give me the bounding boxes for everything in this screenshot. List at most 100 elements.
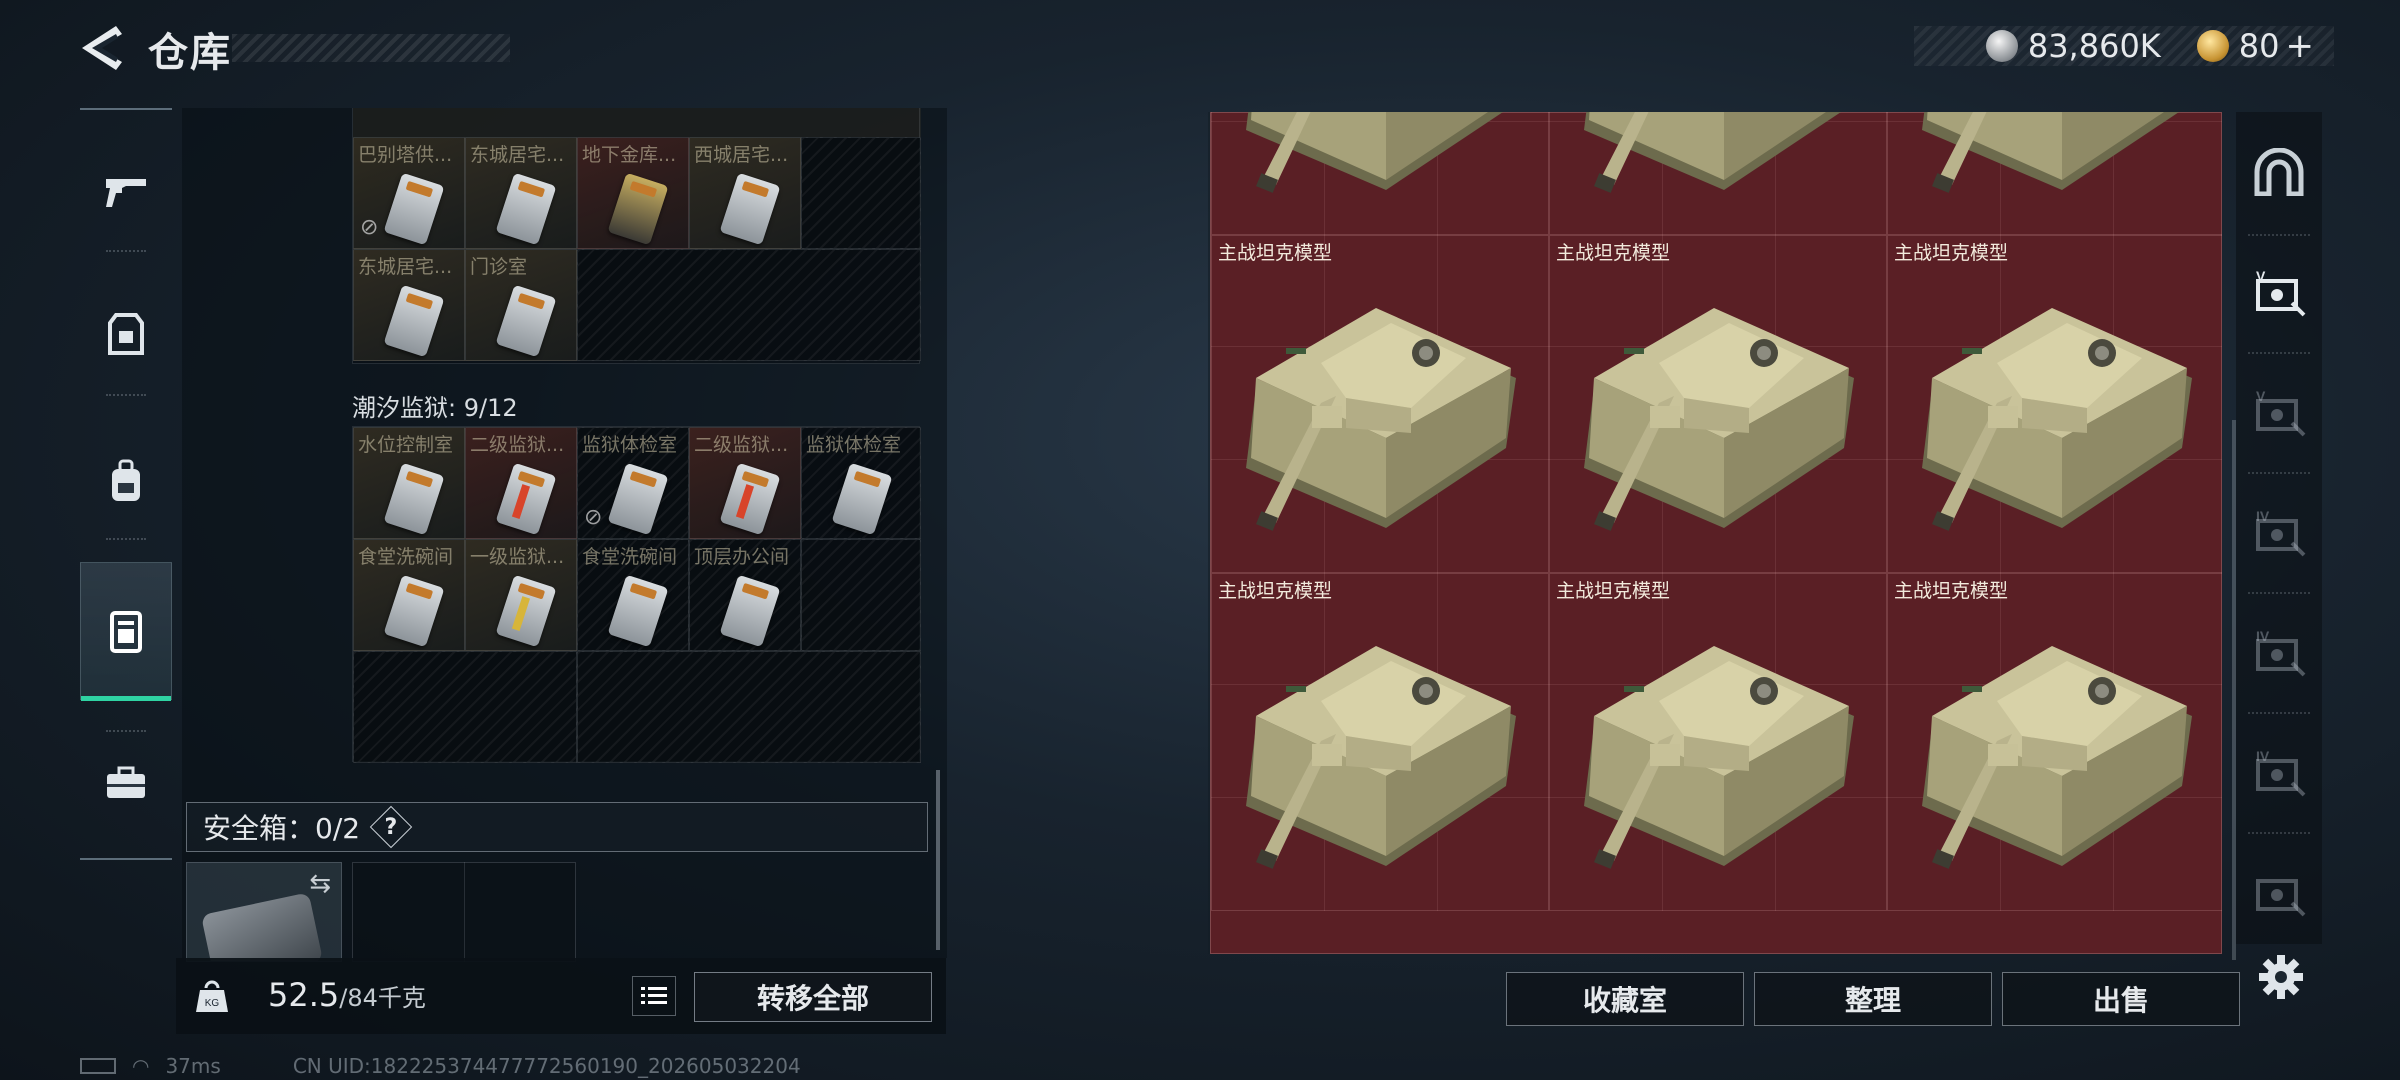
safe-case-icon <box>200 892 324 961</box>
item-slot[interactable]: 顶层办公间 <box>689 539 801 651</box>
display-case-icon: V <box>2256 268 2306 317</box>
ping-value: 37ms <box>165 1054 221 1078</box>
item-slot[interactable]: 一级监狱... <box>465 539 577 651</box>
empty-slot[interactable] <box>801 539 921 651</box>
item-slot[interactable]: 监狱体检室 ⊘ <box>577 427 689 539</box>
section-label: 潮汐监狱: 9/12 <box>352 394 518 422</box>
weight-icon: KG <box>196 980 228 1012</box>
collection-item-tank[interactable] <box>1549 112 1887 235</box>
display-case-icon: V <box>2256 388 2306 437</box>
keycard-icon <box>383 462 445 536</box>
title-decoration <box>232 34 510 62</box>
weight-display: 52.5/84千克 <box>268 976 426 1014</box>
tank-model-icon <box>1922 646 2192 869</box>
safe-box-label: 安全箱：0/2 <box>203 812 361 845</box>
armor-icon <box>108 313 144 355</box>
locker-icon <box>110 611 142 653</box>
gun-icon <box>106 179 146 207</box>
add-currency-button[interactable]: + <box>2286 26 2315 66</box>
vault-icon <box>2254 148 2304 196</box>
tier-label: V <box>2256 388 2266 404</box>
nav-tier-6[interactable] <box>2236 842 2322 942</box>
status-bar: ◠ 37ms CN UID:182225374477772560190_2026… <box>80 1054 801 1078</box>
item-slot[interactable]: 监狱体检室 <box>801 427 921 539</box>
transfer-all-button[interactable]: 转移全部 <box>694 972 932 1022</box>
item-slot[interactable]: 东城居宅... <box>465 137 577 249</box>
battery-icon <box>80 1058 116 1074</box>
item-slot[interactable]: 水位控制室 <box>353 427 465 539</box>
nav-tier-1[interactable]: V <box>2236 242 2322 342</box>
list-icon <box>641 987 667 1004</box>
item-slot[interactable]: 地下金库... <box>577 137 689 249</box>
back-arrow-icon <box>82 26 122 70</box>
weight-bar: KG 52.5/84千克 转移全部 <box>176 958 946 1034</box>
weight-max: /84千克 <box>339 984 426 1012</box>
item-slot[interactable]: 门诊室 <box>465 249 577 361</box>
keycard-icon <box>607 574 669 648</box>
collection-item-tank[interactable]: 主战坦克模型 <box>1887 235 2222 573</box>
swap-icon[interactable]: ⇆ <box>309 869 331 899</box>
item-name: 主战坦克模型 <box>1218 580 1333 602</box>
item-slot[interactable]: 巴别塔供... ⊘ <box>353 137 465 249</box>
wifi-icon: ◠ <box>132 1054 150 1078</box>
item-slot[interactable]: 二级监狱... <box>465 427 577 539</box>
collection-item-tank[interactable]: 主战坦克模型 <box>1887 573 2222 911</box>
empty-slot[interactable] <box>577 651 921 763</box>
nav-storage[interactable] <box>80 562 172 701</box>
left-nav <box>80 108 172 860</box>
keycard-icon <box>495 284 557 358</box>
organize-button[interactable]: 整理 <box>1754 972 1992 1026</box>
storage-scrollbar[interactable] <box>936 770 940 950</box>
gear-icon <box>2259 955 2303 999</box>
no-transfer-icon: ⊘ <box>584 505 603 530</box>
empty-slot[interactable] <box>801 137 921 249</box>
keycard-storage-block: 巴别塔供... ⊘ 东城居宅... 地下金库... 西城居宅... 东城居宅..… <box>352 108 921 364</box>
item-name: 主战坦克模型 <box>1894 242 2009 264</box>
nav-armor[interactable] <box>80 290 172 380</box>
empty-slot[interactable] <box>577 249 921 361</box>
empty-slot[interactable] <box>353 651 577 763</box>
collection-actions: 收藏室 整理 出售 <box>1506 972 2240 1026</box>
item-slot[interactable]: 食堂洗碗间 <box>577 539 689 651</box>
back-button[interactable] <box>78 22 124 74</box>
item-slot[interactable]: 食堂洗碗间 <box>353 539 465 651</box>
nav-tier-3[interactable]: IV <box>2236 482 2322 582</box>
list-view-button[interactable] <box>632 976 676 1016</box>
item-slot[interactable]: 东城居宅... <box>353 249 465 361</box>
sell-button[interactable]: 出售 <box>2002 972 2240 1026</box>
nav-collection-room[interactable] <box>2236 122 2322 222</box>
nav-kit[interactable] <box>80 738 172 828</box>
nav-tier-2[interactable]: V <box>2236 362 2322 462</box>
collection-item-tank[interactable]: 主战坦克模型 <box>1549 235 1887 573</box>
help-button[interactable]: ? <box>369 805 413 849</box>
item-slot[interactable]: 西城居宅... <box>689 137 801 249</box>
keycard-icon <box>495 574 557 648</box>
nav-backpack[interactable] <box>80 436 172 526</box>
safe-box-slot[interactable]: ⇆ <box>186 862 342 962</box>
settings-button[interactable] <box>2254 950 2308 1004</box>
uid-text: CN UID:182225374477772560190_20260503220… <box>292 1054 801 1078</box>
collection-room-button[interactable]: 收藏室 <box>1506 972 1744 1026</box>
tank-model-icon <box>1584 646 1854 869</box>
silver-amount: 83,860K <box>2027 27 2161 65</box>
tier-label: IV <box>2256 748 2270 764</box>
item-name: 主战坦克模型 <box>1894 580 2009 602</box>
nav-tier-4[interactable]: IV <box>2236 602 2322 702</box>
safe-box-empty-slot[interactable] <box>352 862 576 962</box>
item-slot[interactable]: 二级监狱... <box>689 427 801 539</box>
collection-item-tank[interactable]: 主战坦克模型 <box>1549 573 1887 911</box>
item-name: 主战坦克模型 <box>1556 242 1671 264</box>
keycard-icon <box>495 462 557 536</box>
collection-item-tank[interactable]: 主战坦克模型 <box>1211 235 1549 573</box>
nav-weapons[interactable] <box>80 146 172 236</box>
keycard-icon <box>719 172 781 246</box>
collection-item-tank[interactable] <box>1211 112 1549 235</box>
tier-label: IV <box>2256 508 2270 524</box>
collection-panel: 主战坦克模型 主战坦克模型 主战坦克模型 主战坦克模型 主战坦克模型 主战坦克模… <box>1208 112 2222 954</box>
collection-item-tank[interactable] <box>1887 112 2222 235</box>
keycard-icon <box>383 284 445 358</box>
nav-tier-5[interactable]: IV <box>2236 722 2322 822</box>
keycard-icon <box>607 462 669 536</box>
weight-current: 52.5 <box>268 976 340 1014</box>
collection-item-tank[interactable]: 主战坦克模型 <box>1211 573 1549 911</box>
